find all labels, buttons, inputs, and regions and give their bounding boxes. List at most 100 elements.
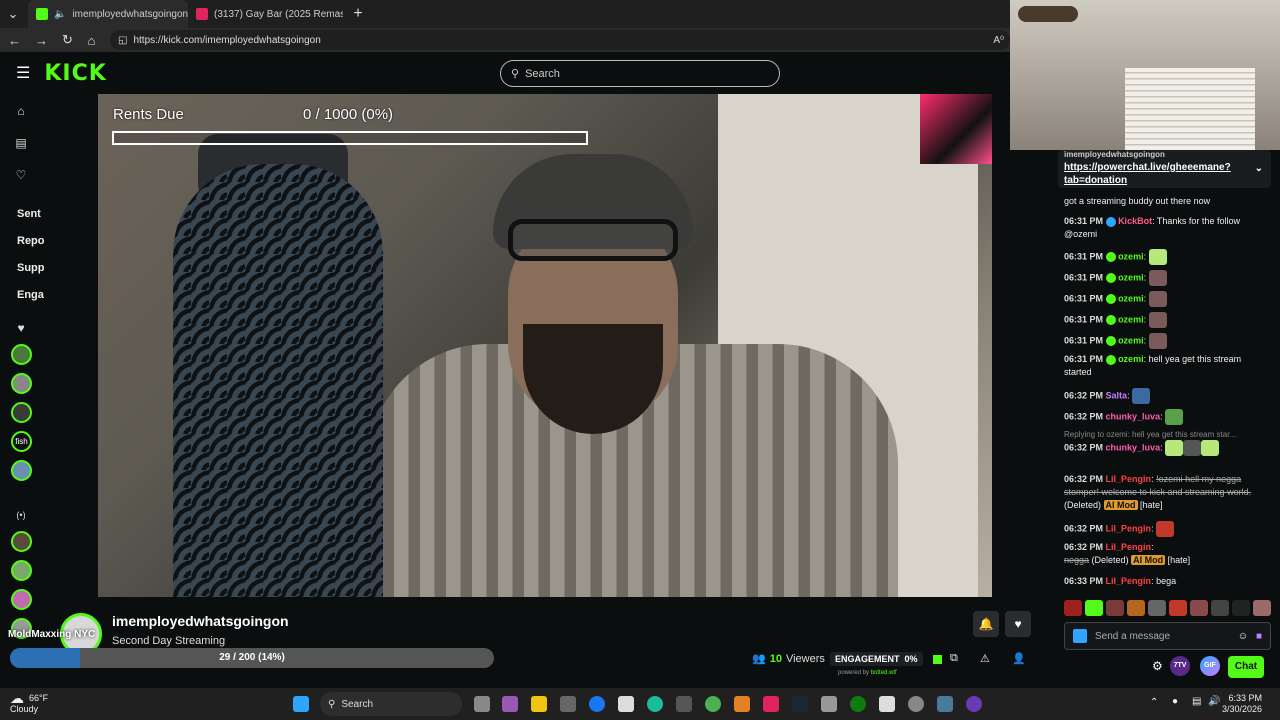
app-icon[interactable] (821, 696, 837, 712)
add-user-icon[interactable]: 👤 (1012, 652, 1026, 665)
task-view-icon[interactable] (474, 696, 490, 712)
start-windows-icon[interactable] (293, 696, 309, 712)
sidebar-item-enga[interactable]: Enga (17, 289, 44, 301)
weather-widget[interactable]: ☁ 66°F Cloudy (10, 691, 48, 715)
forward-arrow-icon[interactable]: → (35, 33, 48, 48)
taskbar-search[interactable]: ⚲ Search (320, 692, 462, 716)
recommended-channel-avatar[interactable] (11, 560, 32, 581)
chrome-icon[interactable] (705, 696, 721, 712)
emote-icon[interactable] (1127, 600, 1145, 616)
powered-brand[interactable]: botted.wtf (871, 670, 897, 676)
store-icon[interactable] (560, 696, 576, 712)
speaker-icon[interactable]: 🔈 (54, 9, 66, 20)
chat-username[interactable]: ozemi (1118, 335, 1144, 345)
recommended-channel-avatar[interactable] (11, 531, 32, 552)
pinned-message[interactable]: imemployedwhatsgoingon https://powerchat… (1058, 150, 1271, 188)
send-chat-button[interactable]: Chat (1228, 656, 1264, 678)
kick-logo[interactable]: KICK (44, 61, 106, 86)
chat-username[interactable]: ozemi (1118, 293, 1144, 303)
followed-channel-avatar[interactable] (11, 344, 32, 365)
chat-username[interactable]: Lil_Pengin (1106, 474, 1152, 484)
notification-bell-button[interactable]: 🔔 (973, 611, 999, 637)
sidebar-item-sent[interactable]: Sent (17, 208, 41, 220)
chat-username[interactable]: ozemi (1118, 251, 1144, 261)
emote-icon[interactable] (1148, 600, 1166, 616)
steam-icon[interactable] (792, 696, 808, 712)
app-icon[interactable] (879, 696, 895, 712)
facebook-icon[interactable] (589, 696, 605, 712)
report-warning-icon[interactable]: ⚠ (980, 652, 990, 665)
emote-icon[interactable] (1085, 600, 1103, 616)
network-icon[interactable]: ▤ (1192, 696, 1201, 707)
tab-youtube[interactable]: (3137) Gay Bar (2025 Remaster) - Y ✕ (188, 0, 343, 28)
windows-taskbar: ☁ 66°F Cloudy ⚲ Search ⌃ ● ▤ 🔊 6:33 PM 3… (0, 688, 1280, 720)
system-clock[interactable]: 6:33 PM 3/30/2026 (1222, 693, 1262, 715)
volume-icon[interactable]: 🔊 (1208, 696, 1220, 707)
site-info-icon[interactable]: ◱ (118, 35, 127, 46)
streamer-name[interactable]: imemployedwhatsgoingon (112, 613, 289, 629)
app-icon[interactable] (734, 696, 750, 712)
reader-mode-icon[interactable]: A⁰ (993, 35, 1004, 46)
emote-icon[interactable] (1064, 600, 1082, 616)
reload-icon[interactable]: ↻ (62, 32, 73, 48)
chat-username[interactable]: KickBot (1118, 216, 1152, 226)
search-input[interactable]: ⚲ Search (500, 60, 780, 87)
chat-message: 06:32 PM Lil_Pengin: negga (Deleted) AI M… (1064, 542, 1191, 565)
tray-chevron-up-icon[interactable]: ⌃ (1150, 697, 1158, 708)
chat-username[interactable]: Lil_Pengin (1106, 542, 1152, 552)
emote-icon[interactable] (1106, 600, 1124, 616)
edge-icon[interactable] (647, 696, 663, 712)
sidebar-item-supp[interactable]: Supp (17, 262, 45, 274)
emote-icon[interactable] (1253, 600, 1271, 616)
app-icon[interactable] (966, 696, 982, 712)
youtube-icon[interactable] (763, 696, 779, 712)
followed-channel-avatar[interactable] (11, 460, 32, 481)
chat-username[interactable]: chunky_luva (1106, 442, 1161, 452)
chat-username[interactable]: Lil_Pengin (1106, 576, 1152, 586)
gift-icon[interactable]: ■ (1256, 631, 1262, 642)
new-tab-button[interactable]: + (351, 5, 365, 23)
7tv-button[interactable]: 7TV (1170, 656, 1190, 676)
gif-button[interactable]: GIF (1200, 656, 1220, 676)
home-icon[interactable]: ⌂ (12, 102, 30, 120)
microphone-icon[interactable]: ● (1172, 696, 1178, 707)
tab-kick[interactable]: 🔈 imemployedwhatsgoingon St ✕ (28, 0, 188, 28)
emote-icon[interactable] (1169, 600, 1187, 616)
copilot-icon[interactable] (502, 696, 518, 712)
hamburger-menu-icon[interactable]: ☰ (16, 63, 30, 83)
emote-icon[interactable] (1211, 600, 1229, 616)
video-player[interactable]: Rents Due 0 / 1000 (0%) (98, 94, 992, 597)
chat-username[interactable]: Lil_Pengin (1106, 523, 1152, 533)
share-icon[interactable]: ⧉ (950, 652, 958, 665)
xbox-icon[interactable] (850, 696, 866, 712)
app-icon[interactable] (908, 696, 924, 712)
home-icon[interactable]: ⌂ (87, 33, 96, 48)
file-explorer-icon[interactable] (531, 696, 547, 712)
emoji-icon[interactable]: ☺ (1238, 631, 1248, 642)
app-icon[interactable] (937, 696, 953, 712)
emote-icon[interactable] (1232, 600, 1250, 616)
browse-icon[interactable]: ▤ (12, 134, 30, 152)
followed-channel-avatar[interactable] (11, 373, 32, 394)
chat-username[interactable]: Salta (1106, 390, 1128, 400)
chat-username[interactable]: ozemi (1118, 354, 1144, 364)
chat-username[interactable]: chunky_luva (1106, 411, 1161, 421)
followed-channel-avatar[interactable] (11, 402, 32, 423)
app-icon[interactable] (676, 696, 692, 712)
back-arrow-icon[interactable]: ← (8, 33, 21, 48)
amazon-icon[interactable] (618, 696, 634, 712)
chat-message-input[interactable]: Send a message ☺ ■ (1064, 622, 1271, 650)
chat-settings-gear-icon[interactable]: ⚙ (1152, 659, 1163, 673)
followed-channel-avatar-fish[interactable]: fish (11, 431, 32, 452)
chat-username[interactable]: ozemi (1118, 272, 1144, 282)
following-heart-icon[interactable]: ♡ (12, 166, 30, 184)
recommended-channel-avatar[interactable] (11, 589, 32, 610)
follow-heart-button[interactable]: ♥ (1005, 611, 1031, 637)
url-field[interactable]: ◱ https://kick.com/imemployedwhatsgoingo… (110, 30, 1010, 50)
emote-icon[interactable] (1190, 600, 1208, 616)
pinned-link[interactable]: https://powerchat.live/gheeemane?tab=don… (1064, 161, 1234, 187)
tab-list-chevron-icon[interactable]: ⌄ (6, 6, 20, 22)
chevron-down-icon[interactable]: ⌄ (1255, 162, 1263, 175)
sidebar-item-repo[interactable]: Repo (17, 235, 45, 247)
chat-username[interactable]: ozemi (1118, 314, 1144, 324)
